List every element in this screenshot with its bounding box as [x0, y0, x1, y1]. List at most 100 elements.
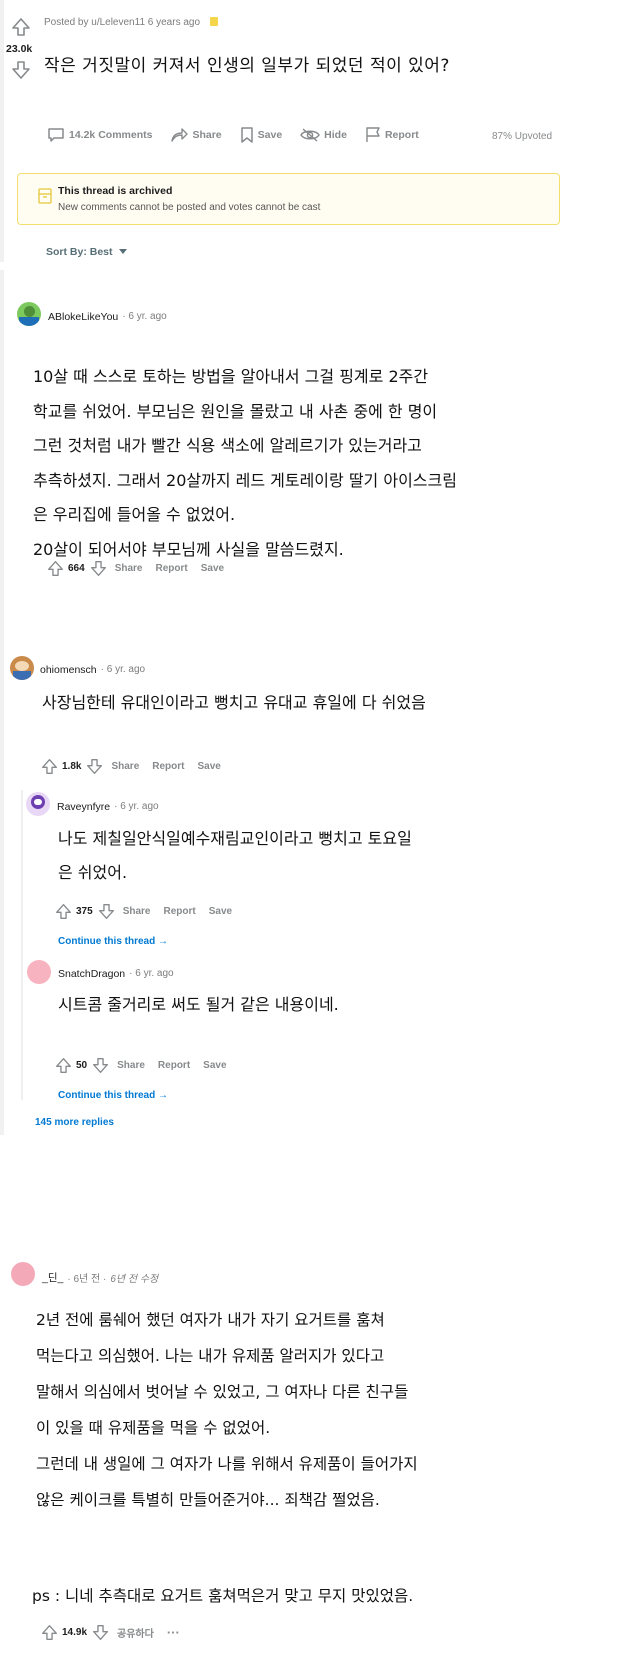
comment-meta: ABlokeLikeYou · 6 yr. ago [48, 311, 167, 323]
comment-left-edge [0, 640, 4, 1135]
archived-message: New comments cannot be posted and votes … [58, 202, 321, 213]
post-score: 23.0k [6, 43, 33, 55]
downvote-icon[interactable] [98, 903, 115, 920]
save-button[interactable]: Save [209, 906, 232, 917]
vote-count: 664 [68, 563, 85, 574]
comment-author[interactable]: _딘_ [42, 1270, 63, 1285]
avatar[interactable] [11, 1262, 35, 1286]
post-downvote-icon[interactable] [11, 60, 31, 80]
comment-action-bar: 50 Share Report Save [55, 1057, 240, 1074]
save-button[interactable]: Save [203, 1060, 226, 1071]
report-button[interactable]: Report [365, 127, 419, 143]
share-button[interactable]: Share [123, 906, 151, 917]
comment-line: 그런 것처럼 내가 빨간 식용 색소에 알레르기가 있는거라고 [33, 436, 422, 456]
comment-line: 말해서 의심에서 벗어날 수 있었고, 그 여자나 다른 친구들 [36, 1383, 409, 1401]
comment-line: 10살 때 스스로 토하는 방법을 알아내서 그걸 핑계로 2주간 [33, 367, 429, 386]
report-label: Report [384, 129, 419, 141]
upvoted-ratio: 87% Upvoted [492, 131, 553, 142]
comment-line: 먹는다고 의심했어. 나는 내가 유제품 알러지가 있다고 [36, 1347, 385, 1365]
comment-edited: 6년 전 수정 [110, 1274, 159, 1285]
comment-body: 2년 전에 룸쉐어 했던 여자가 내가 자기 요거트를 훔쳐 먹는다고 의심했어… [36, 1302, 418, 1518]
more-replies-link[interactable]: 145 more replies [35, 1117, 114, 1128]
comment-age: · 6 yr. ago [122, 311, 167, 322]
comment-ablokelikeyou: ABlokeLikeYou · 6 yr. ago 10살 때 스스로 토하는 … [0, 270, 618, 660]
archive-icon [38, 188, 52, 204]
report-button[interactable]: Report [152, 761, 184, 772]
share-button[interactable]: Share [111, 761, 139, 772]
avatar[interactable] [10, 656, 34, 680]
comment-author[interactable]: ABlokeLikeYou [48, 311, 118, 323]
comment-author[interactable]: Raveynfyre [57, 801, 110, 813]
eye-slash-icon [300, 128, 320, 142]
sort-dropdown[interactable]: Sort By: Best [46, 246, 127, 258]
upvote-icon[interactable] [47, 560, 64, 577]
share-button[interactable]: Share [170, 127, 222, 143]
comment-line: 2년 전에 룸쉐어 했던 여자가 내가 자기 요거트를 훔쳐 [36, 1311, 385, 1329]
comment-line: 시트콤 줄거리로 써도 될거 같은 내용이네. [58, 995, 339, 1014]
comment-age: · 6 yr. ago [129, 968, 174, 979]
report-button[interactable]: Report [158, 1060, 190, 1071]
posted-by: Posted by u/Leleven11 6 years ago [44, 17, 201, 28]
comment-meta: Raveynfyre · 6 yr. ago [57, 801, 159, 813]
avatar[interactable] [17, 302, 41, 326]
save-button[interactable]: Save [201, 563, 224, 574]
sort-label: Sort By: Best [46, 246, 113, 258]
comment-age: · 6 yr. ago [114, 801, 159, 812]
thread-line[interactable] [21, 790, 23, 1100]
comment-meta: SnatchDragon · 6 yr. ago [58, 968, 174, 980]
downvote-icon[interactable] [90, 560, 107, 577]
downvote-icon[interactable] [92, 1624, 109, 1641]
report-button[interactable]: Report [163, 906, 195, 917]
comment-age: · 6년 전 · [67, 1274, 107, 1285]
comment-action-bar: 1.8k Share Report Save [41, 758, 234, 775]
flag-icon [366, 127, 380, 142]
report-button[interactable]: Report [155, 563, 187, 574]
save-button[interactable]: Save [198, 761, 221, 772]
comment-meta: _딘_ · 6년 전 · 6년 전 수정 [42, 1270, 158, 1285]
post-header: 23.0k Posted by u/Leleven11 6 years ago … [0, 0, 618, 270]
comment-author[interactable]: ohiomensch [40, 664, 97, 676]
comment-line: 않은 케이크를 특별히 만들어준거야... 죄책감 쩔었음. [36, 1491, 380, 1509]
archived-title: This thread is archived [58, 185, 173, 197]
hide-button[interactable]: Hide [300, 127, 347, 143]
comments-label: 14.2k Comments [69, 129, 153, 141]
comment-author[interactable]: SnatchDragon [58, 968, 125, 980]
comment-line: 추측하셨지. 그래서 20살까지 레드 게토레이랑 딸기 아이스크림 [33, 470, 457, 490]
upvote-icon[interactable] [55, 1057, 72, 1074]
comment-ohiomensch: ohiomensch · 6 yr. ago 사장님한테 유대인이라고 뻥치고 … [0, 640, 618, 1150]
comment-body: 사장님한테 유대인이라고 뻥치고 유대교 휴일에 다 쉬었음 [42, 688, 426, 718]
upvote-icon[interactable] [41, 1624, 58, 1641]
comments-button[interactable]: 14.2k Comments [47, 127, 152, 143]
award-icon [210, 17, 218, 26]
comment-left-edge [0, 270, 4, 652]
hide-label: Hide [324, 129, 347, 141]
continue-thread-link[interactable]: Continue this thread → [58, 936, 168, 947]
downvote-icon[interactable] [86, 758, 103, 775]
comment-din: _딘_ · 6년 전 · 6년 전 수정 2년 전에 룸쉐어 했던 여자가 내가… [0, 1240, 618, 1669]
comment-body: 10살 때 스스로 토하는 방법을 알아내서 그걸 핑계로 2주간 학교를 쉬었… [33, 360, 457, 568]
share-button[interactable]: 공유하다 [117, 1625, 154, 1640]
comment-action-bar: 664 Share Report Save [47, 560, 237, 577]
avatar[interactable] [27, 960, 51, 984]
upvote-icon[interactable] [55, 903, 72, 920]
share-button[interactable]: Share [115, 563, 143, 574]
more-options-button[interactable]: ··· [167, 1625, 180, 1640]
share-button[interactable]: Share [117, 1060, 145, 1071]
post-title: 작은 거짓말이 커져서 인생의 일부가 되었던 적이 있어? [44, 56, 450, 76]
post-left-edge [0, 0, 4, 262]
avatar[interactable] [26, 792, 50, 816]
comment-body: 나도 제칠일안식일예수재림교인이라고 뻥치고 토요일 은 쉬었어. [58, 822, 412, 890]
vote-count: 375 [76, 906, 93, 917]
comment-line: 나도 제칠일안식일예수재림교인이라고 뻥치고 토요일 [58, 829, 412, 848]
continue-thread-link[interactable]: Continue this thread → [58, 1090, 168, 1101]
comment-age: · 6 yr. ago [100, 664, 146, 675]
upvote-icon[interactable] [41, 758, 58, 775]
share-label: Share [192, 129, 222, 141]
comment-action-bar: 375 Share Report Save [55, 903, 245, 920]
post-upvote-icon[interactable] [11, 17, 31, 37]
comment-meta: ohiomensch · 6 yr. ago [40, 664, 145, 676]
save-button[interactable]: Save [240, 127, 282, 143]
downvote-icon[interactable] [92, 1057, 109, 1074]
share-icon [171, 128, 189, 142]
comment-ps: ps : 니네 추측대로 요거트 훔쳐먹은거 맞고 무지 맛있었음. [32, 1587, 414, 1605]
